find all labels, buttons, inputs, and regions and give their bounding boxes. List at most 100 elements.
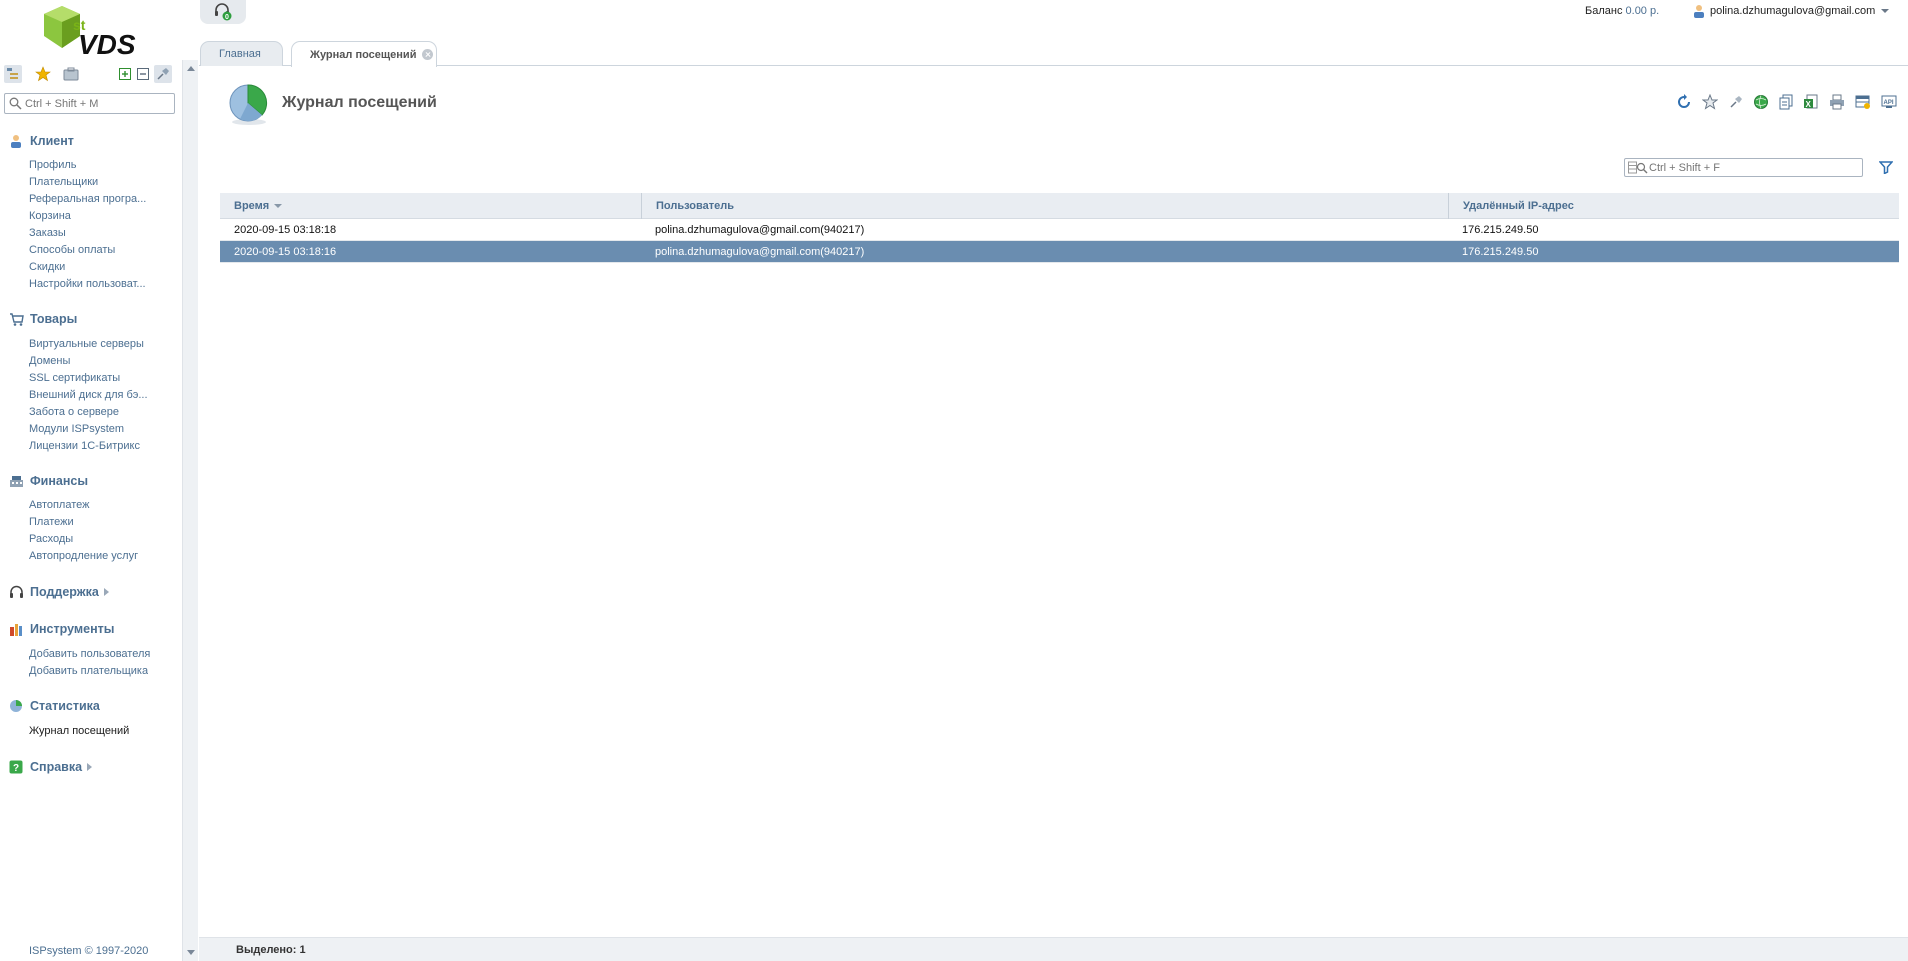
sidebar-toolbar — [4, 65, 176, 83]
briefcase-icon[interactable] — [62, 65, 80, 83]
page-title: Журнал посещений — [282, 94, 437, 111]
sidebar-search[interactable] — [4, 93, 175, 114]
globe-icon[interactable] — [1751, 92, 1771, 112]
logo[interactable]: st VDS — [40, 4, 140, 60]
user-menu[interactable]: polina.dzhumagulova@gmail.com — [1692, 3, 1890, 19]
sidebar-item-virtual-servers[interactable]: Виртуальные серверы — [29, 336, 144, 352]
nav-group-client[interactable]: Клиент — [8, 131, 74, 151]
cell-ip: 176.215.249.50 — [1462, 224, 1539, 236]
nav-group-finance[interactable]: Финансы — [8, 471, 88, 491]
column-header-user[interactable]: Пользователь — [641, 193, 1448, 219]
sidebar-item-auto-renewal[interactable]: Автопродление услуг — [29, 548, 138, 564]
export-excel-icon[interactable]: X — [1801, 92, 1821, 112]
sort-desc-icon — [274, 204, 283, 209]
client-icon — [8, 133, 24, 149]
nav-group-help[interactable]: ? Справка — [8, 757, 93, 777]
sidebar-item-user-settings[interactable]: Настройки пользоват... — [29, 276, 146, 292]
sidebar-item-discounts[interactable]: Скидки — [29, 259, 65, 275]
column-header-ip[interactable]: Удалённый IP-адрес — [1448, 193, 1899, 219]
sidebar-item-server-care[interactable]: Забота о сервере — [29, 404, 119, 420]
close-tab-icon[interactable] — [422, 49, 434, 60]
svg-text:X: X — [1806, 100, 1812, 109]
table-row[interactable]: 2020-09-15 03:18:18 polina.dzhumagulova@… — [220, 219, 1899, 241]
sidebar-item-ssl[interactable]: SSL сертификаты — [29, 370, 120, 386]
sidebar-item-add-payer[interactable]: Добавить плательщика — [29, 663, 148, 679]
cell-user: polina.dzhumagulova@gmail.com(940217) — [655, 224, 865, 236]
balance: Баланс 0.00 р. — [1585, 5, 1659, 17]
tabs-divider — [199, 65, 1908, 66]
tab-home[interactable]: Главная — [200, 41, 283, 66]
visit-log-table: Время Пользователь Удалённый IP-адрес 20… — [220, 193, 1899, 263]
sidebar-item-bitrix-licenses[interactable]: Лицензии 1С-Битрикс — [29, 438, 140, 454]
table-header: Время Пользователь Удалённый IP-адрес — [220, 193, 1899, 219]
tree-view-icon[interactable] — [4, 65, 22, 83]
filter-icon[interactable] — [1876, 158, 1896, 176]
cell-time: 2020-09-15 03:18:16 — [234, 246, 337, 258]
sidebar-item-domains[interactable]: Домены — [29, 353, 70, 369]
cell-user: polina.dzhumagulova@gmail.com(940217) — [655, 246, 865, 258]
svg-text:?: ? — [13, 763, 19, 774]
collapse-all-icon[interactable] — [134, 65, 152, 83]
expand-arrow-icon — [87, 763, 93, 771]
tab-visit-log[interactable]: Журнал посещений — [291, 41, 437, 67]
sidebar-item-ispsystem-modules[interactable]: Модули ISPsystem — [29, 421, 124, 437]
api-icon[interactable]: API — [1879, 92, 1899, 112]
refresh-icon[interactable] — [1674, 92, 1694, 112]
table-settings-icon[interactable] — [1853, 92, 1873, 112]
sidebar-item-expenses[interactable]: Расходы — [29, 531, 73, 547]
sidebar-item-profile[interactable]: Профиль — [29, 157, 77, 173]
finance-icon — [8, 473, 24, 489]
cell-ip: 176.215.249.50 — [1462, 246, 1539, 258]
chevron-down-icon — [1881, 9, 1890, 13]
expand-arrow-icon — [103, 588, 109, 596]
nav-group-statistics[interactable]: Статистика — [8, 696, 100, 716]
statistics-icon — [8, 698, 24, 714]
notifications-count: 0 — [225, 14, 229, 21]
sidebar-item-referral[interactable]: Реферальная програ... — [29, 191, 146, 207]
filter-search[interactable] — [1624, 158, 1863, 177]
column-header-time[interactable]: Время — [220, 193, 641, 219]
user-icon — [1694, 5, 1704, 18]
balance-amount[interactable]: 0.00 р. — [1626, 5, 1660, 17]
sidebar-item-cart[interactable]: Корзина — [29, 208, 71, 224]
sidebar-item-orders[interactable]: Заказы — [29, 225, 66, 241]
sidebar: st VDS Клиент Профиль Плательщики Р — [0, 0, 182, 961]
sidebar-item-payment-methods[interactable]: Способы оплаты — [29, 242, 115, 258]
user-email: polina.dzhumagulova@gmail.com — [1710, 5, 1876, 17]
notifications-button[interactable]: 0 — [200, 0, 246, 24]
balance-label: Баланс — [1585, 5, 1623, 17]
nav-group-tools[interactable]: Инструменты — [8, 619, 114, 639]
nav-group-products[interactable]: Товары — [8, 309, 77, 329]
headset-icon: 0 — [215, 3, 232, 21]
scroll-up-icon[interactable] — [187, 66, 195, 71]
copyright: ISPsystem © 1997-2020 — [29, 945, 149, 957]
selected-count: Выделено: 1 — [236, 944, 306, 956]
tools-icon — [8, 621, 24, 637]
pin-icon[interactable] — [1726, 92, 1746, 112]
print-icon[interactable] — [1827, 92, 1847, 112]
expand-all-icon[interactable] — [116, 65, 134, 83]
sidebar-item-payments[interactable]: Платежи — [29, 514, 74, 530]
logo-text: VDS — [78, 29, 136, 60]
sidebar-item-payers[interactable]: Плательщики — [29, 174, 98, 190]
sidebar-search-input[interactable] — [25, 96, 170, 111]
scroll-down-icon[interactable] — [187, 950, 195, 955]
nav-group-support[interactable]: Поддержка — [8, 582, 109, 602]
sidebar-item-external-disk[interactable]: Внешний диск для бэ... — [29, 387, 148, 403]
search-icon — [1628, 161, 1648, 174]
headset-icon — [8, 584, 24, 600]
favorite-star-icon[interactable] — [1700, 92, 1720, 112]
copy-icon[interactable] — [1776, 92, 1796, 112]
sidebar-item-autopay[interactable]: Автоплатеж — [29, 497, 90, 513]
sidebar-item-visit-log[interactable]: Журнал посещений — [29, 723, 129, 739]
sidebar-scrollbar[interactable] — [182, 60, 198, 961]
pin-icon[interactable] — [154, 65, 172, 83]
filter-input[interactable] — [1649, 161, 1857, 175]
table-row[interactable]: 2020-09-15 03:18:16 polina.dzhumagulova@… — [220, 241, 1899, 263]
statistics-page-icon — [226, 82, 272, 128]
search-icon — [9, 97, 22, 110]
status-bar: Выделено: 1 — [199, 937, 1908, 961]
svg-text:API: API — [1884, 100, 1894, 106]
favorites-star-icon[interactable] — [34, 65, 52, 83]
sidebar-item-add-user[interactable]: Добавить пользователя — [29, 646, 150, 662]
